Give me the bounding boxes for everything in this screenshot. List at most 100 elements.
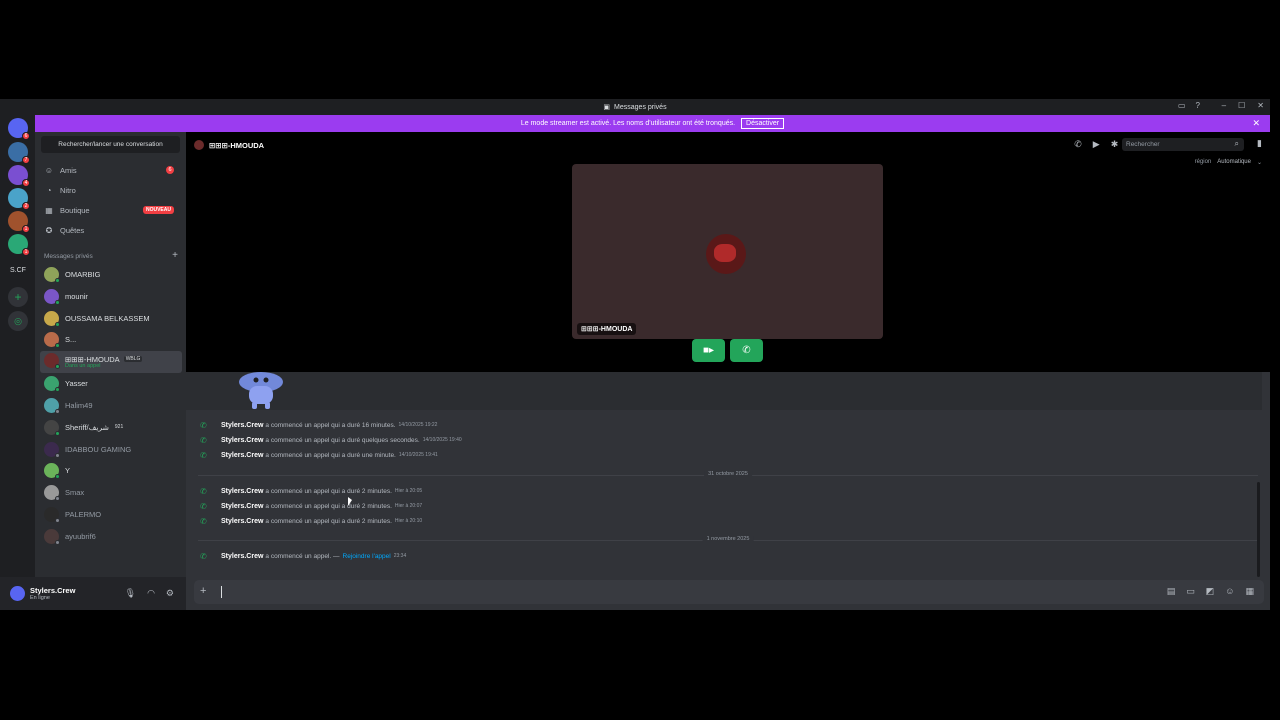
- nav-shop[interactable]: ▦ Boutique NOUVEAU: [39, 201, 182, 219]
- avatar: [44, 462, 60, 479]
- region-label: région: [1194, 159, 1212, 165]
- message-text: a commencé un appel qui a duré quelques …: [265, 436, 420, 444]
- dm-item[interactable]: Y: [40, 460, 182, 480]
- date-label: 1 novembre 2025: [702, 536, 754, 542]
- message-author[interactable]: Stylers.Crew: [221, 488, 263, 495]
- dm-item[interactable]: S...: [40, 329, 182, 349]
- dm-item[interactable]: ayuubrif6: [40, 526, 182, 546]
- close-window-button[interactable]: ✕: [1257, 101, 1264, 110]
- inbox-icon[interactable]: ▮: [1257, 138, 1262, 149]
- nitro-icon: ◔: [46, 185, 52, 195]
- dm-item[interactable]: PALERMO: [40, 504, 182, 524]
- emoji-icon[interactable]: ☺: [1225, 586, 1234, 597]
- dm-item[interactable]: OMARBIG: [40, 264, 182, 284]
- timestamp: Hier à 20:05: [394, 488, 423, 494]
- voice-call-icon[interactable]: ✆: [1074, 139, 1082, 150]
- nav-nitro[interactable]: ◔ Nitro: [39, 181, 182, 199]
- username: Stylers.Crew: [30, 585, 76, 595]
- minimize-button[interactable]: –: [1222, 101, 1226, 110]
- dm-name: Halim49: [65, 400, 93, 410]
- gif-icon[interactable]: ▭: [1186, 586, 1195, 597]
- server-folder-label[interactable]: S.CF: [10, 267, 26, 274]
- nav-friends[interactable]: ☺ Amis 6: [39, 161, 182, 179]
- microphone-icon[interactable]: 🎙︎: [125, 588, 136, 599]
- phone-icon: ✆: [742, 345, 751, 356]
- call-message: ✆ Stylers.Crew a commencé un appel qui a…: [200, 435, 462, 445]
- dm-item[interactable]: Yasser: [40, 373, 182, 393]
- explore-servers-icon[interactable]: ◎: [8, 311, 28, 331]
- avatar: [44, 266, 60, 283]
- title-tools: ▭ ?: [1178, 101, 1200, 110]
- timestamp: 14/10/2025 19:40: [422, 437, 462, 443]
- channel-name: ⊞⊞⊞-HMOUDA: [209, 140, 265, 150]
- gift-icon[interactable]: ▤: [1167, 586, 1176, 597]
- settings-gear-icon[interactable]: ⚙: [166, 588, 174, 599]
- help-icon[interactable]: ?: [1196, 101, 1200, 110]
- start-video-button[interactable]: ■▸: [692, 339, 725, 362]
- sticker-icon[interactable]: ◩: [1206, 586, 1215, 597]
- dm-sidebar: Rechercher/lancer une conversation ☺ Ami…: [35, 132, 186, 585]
- video-call-icon[interactable]: ▶: [1093, 139, 1100, 150]
- find-conversation-button[interactable]: Rechercher/lancer une conversation: [41, 136, 180, 153]
- apps-icon[interactable]: ▦: [1245, 586, 1254, 597]
- server-icon[interactable]: 1: [8, 234, 30, 256]
- chevron-down-icon: ⌄: [1256, 160, 1262, 166]
- avatar: [44, 310, 60, 327]
- create-dm-icon[interactable]: +: [172, 250, 178, 261]
- join-call-button[interactable]: ✆: [730, 339, 763, 362]
- user-controls: 🎙︎ ◠ ⚙: [125, 588, 174, 599]
- pin-icon[interactable]: ✱: [1111, 139, 1119, 150]
- server-icon[interactable]: 1: [8, 211, 30, 233]
- dm-item[interactable]: Sheriff/شريف 921: [40, 417, 182, 437]
- dm-name: mounir: [65, 291, 88, 301]
- dm-item[interactable]: mounir: [40, 286, 182, 306]
- dm-name: Y: [65, 465, 71, 475]
- headphones-icon[interactable]: ◠: [147, 588, 155, 599]
- message-author[interactable]: Stylers.Crew: [221, 503, 263, 510]
- server-icon[interactable]: 4: [8, 165, 30, 187]
- dm-name: IDABBOU GAMING: [65, 444, 132, 454]
- user-avatar[interactable]: [10, 586, 25, 601]
- status-dot: [55, 363, 60, 369]
- message-author[interactable]: Stylers.Crew: [221, 437, 263, 444]
- message-author[interactable]: Stylers.Crew: [221, 518, 263, 525]
- status-dot: [55, 386, 60, 392]
- discord-home-button[interactable]: 6: [8, 118, 30, 140]
- dm-name: S...: [65, 334, 77, 344]
- maximize-button[interactable]: ☐: [1238, 101, 1245, 110]
- header-search-input[interactable]: Rechercher ⌕: [1122, 138, 1244, 151]
- disable-streamer-button[interactable]: Désactiver: [741, 118, 785, 129]
- message-author[interactable]: Stylers.Crew: [221, 452, 263, 459]
- streamer-mode-banner: Le mode streamer est activé. Les noms d'…: [35, 115, 1270, 132]
- phone-icon: ✆: [200, 516, 207, 526]
- call-message: ✆ Stylers.Crew a commencé un appel qui a…: [200, 450, 438, 460]
- screen-share-icon[interactable]: ▭: [1178, 101, 1186, 110]
- message-author[interactable]: Stylers.Crew: [221, 553, 263, 560]
- add-server-icon[interactable]: +: [8, 287, 28, 307]
- add-attachment-icon[interactable]: +: [200, 585, 206, 597]
- date-divider: 31 octobre 2025: [198, 471, 1258, 477]
- dm-item[interactable]: IDABBOU GAMING: [40, 439, 182, 459]
- dm-name: OMARBIG: [65, 269, 101, 279]
- status-dot: [55, 299, 60, 305]
- nav-quests[interactable]: ✪ Quêtes: [39, 221, 182, 239]
- dm-item-active[interactable]: ⊞⊞⊞-HMOUDA WBLG Dans un appel: [40, 351, 182, 373]
- message-author[interactable]: Stylers.Crew: [221, 422, 263, 429]
- call-participant-tile[interactable]: ⊞⊞⊞-HMOUDA: [572, 164, 883, 339]
- user-info[interactable]: Stylers.Crew En ligne: [30, 585, 76, 601]
- status-dot: [55, 277, 60, 283]
- join-call-link[interactable]: Rejoindre l'appel: [343, 553, 391, 560]
- main-panel: ⊞⊞⊞-HMOUDA ✆ ▶ ✱ ♣ ◍ Rechercher ⌕ ▮ régi…: [186, 132, 1270, 610]
- server-icon[interactable]: 7: [8, 142, 30, 164]
- dm-item[interactable]: Halim49: [40, 395, 182, 415]
- avatar: [44, 375, 60, 392]
- message-scrollbar[interactable]: [1257, 482, 1260, 577]
- region-selector[interactable]: région Automatique ⌄: [1195, 159, 1262, 166]
- message-composer[interactable]: + ▤ ▭ ◩ ☺ ▦: [194, 580, 1264, 604]
- dm-item[interactable]: Smax: [40, 482, 182, 502]
- badge: 6: [22, 132, 30, 140]
- server-icon[interactable]: 2: [8, 188, 30, 210]
- close-banner-icon[interactable]: ✕: [1252, 118, 1260, 129]
- dm-item[interactable]: OUSSAMA BELKASSEM: [40, 308, 182, 328]
- status-dot: [55, 495, 60, 501]
